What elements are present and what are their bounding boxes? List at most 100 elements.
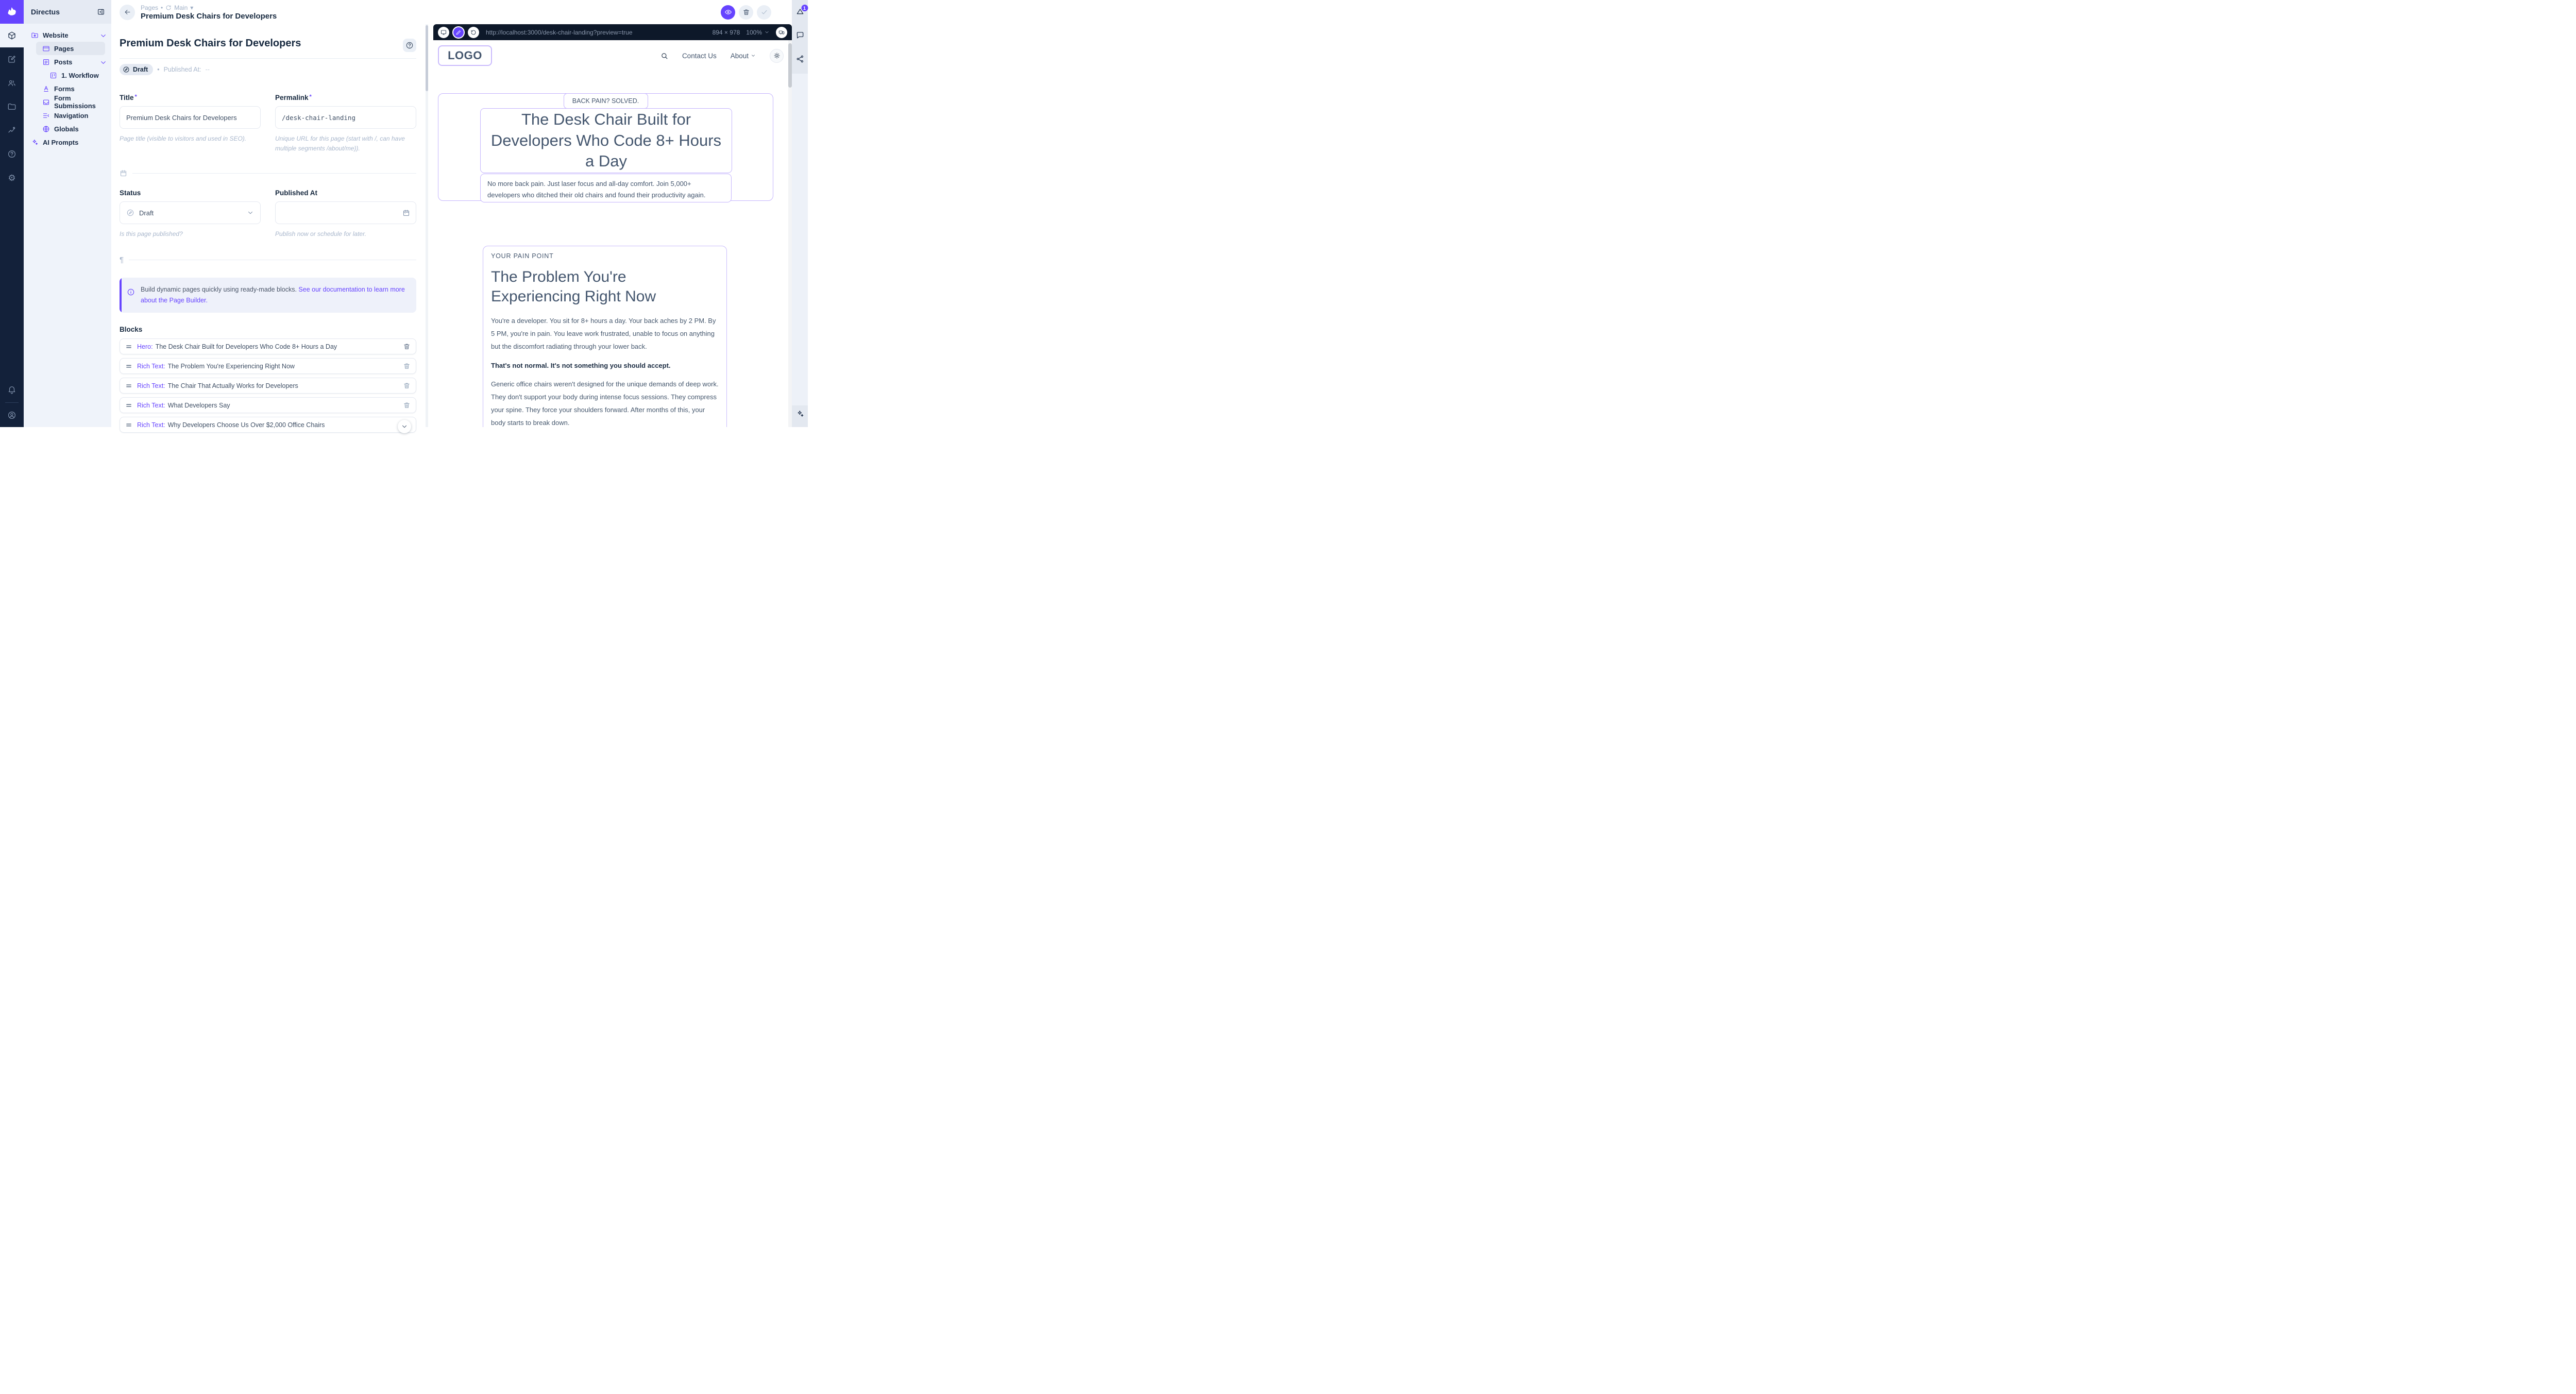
notifications-button[interactable] bbox=[0, 379, 24, 400]
block-row-hero[interactable]: Hero: The Desk Chair Built for Developer… bbox=[120, 338, 416, 354]
edit-mode-button[interactable] bbox=[452, 26, 465, 39]
sidebar-item-navigation[interactable]: Navigation bbox=[24, 109, 111, 122]
page-title: Premium Desk Chairs for Developers bbox=[141, 12, 721, 21]
block-row-richtext-1[interactable]: Rich Text: The Problem You're Experienci… bbox=[120, 358, 416, 374]
module-settings[interactable]: ⚙ bbox=[0, 166, 24, 190]
status-select-value: Draft bbox=[139, 209, 154, 217]
status-select[interactable]: Draft bbox=[120, 201, 261, 224]
drag-handle-icon[interactable] bbox=[125, 363, 132, 370]
sidebar-item-ai-prompts[interactable]: AI Prompts bbox=[24, 135, 111, 149]
content-group-divider: ¶ bbox=[120, 256, 416, 264]
pencil-icon bbox=[455, 29, 462, 36]
theme-toggle-button[interactable] bbox=[770, 49, 784, 63]
preview-scrollbar-track[interactable] bbox=[788, 40, 792, 427]
eye-icon bbox=[724, 8, 732, 16]
sidebar-item-forms[interactable]: Forms bbox=[24, 82, 111, 95]
chevron-down-icon[interactable] bbox=[99, 59, 106, 65]
refresh-button[interactable] bbox=[468, 27, 479, 38]
help-button[interactable] bbox=[403, 39, 416, 52]
breadcrumb-root[interactable]: Pages bbox=[141, 4, 158, 11]
nav-items: Website Pages Posts 1. Workflow Forms Fo… bbox=[24, 24, 111, 149]
notice-text: Build dynamic pages quickly using ready-… bbox=[141, 286, 297, 293]
comments-button[interactable] bbox=[795, 31, 804, 40]
scroll-to-bottom-button[interactable] bbox=[398, 420, 411, 433]
delete-block-button[interactable] bbox=[403, 382, 411, 389]
preview-zoom-select[interactable]: 100% bbox=[746, 29, 770, 36]
collapse-sidebar-button[interactable] bbox=[97, 8, 105, 16]
block-row-richtext-2[interactable]: Rich Text: The Chair That Actually Works… bbox=[120, 378, 416, 394]
delete-button[interactable] bbox=[739, 5, 753, 20]
drag-handle-icon[interactable] bbox=[125, 343, 132, 350]
ai-assistant-button[interactable] bbox=[795, 410, 804, 418]
preview-size-button[interactable] bbox=[438, 27, 449, 38]
device-layout-button[interactable] bbox=[776, 27, 787, 38]
draft-icon bbox=[126, 209, 134, 217]
delete-block-button[interactable] bbox=[403, 401, 411, 409]
permalink-input[interactable] bbox=[275, 106, 416, 129]
sidebar-item-label: Navigation bbox=[54, 112, 88, 120]
module-insights[interactable] bbox=[0, 118, 24, 142]
block-title: The Desk Chair Built for Developers Who … bbox=[156, 343, 337, 350]
notifications-tray-button[interactable]: 1 bbox=[795, 7, 804, 16]
rail-divider bbox=[5, 402, 19, 403]
sidebar-item-label: Website bbox=[43, 31, 69, 39]
block-row-richtext-3[interactable]: Rich Text: What Developers Say bbox=[120, 397, 416, 413]
draft-icon bbox=[123, 66, 130, 73]
user-avatar[interactable] bbox=[0, 405, 24, 425]
save-button[interactable] bbox=[757, 5, 771, 20]
hero-tagline[interactable]: BACK PAIN? SOLVED. bbox=[564, 93, 648, 109]
sidebar-item-workflow[interactable]: 1. Workflow bbox=[24, 69, 111, 82]
drag-handle-icon[interactable] bbox=[125, 402, 132, 409]
preview-url[interactable]: http://localhost:3000/desk-chair-landing… bbox=[486, 29, 709, 36]
delete-block-button[interactable] bbox=[403, 362, 411, 370]
published-at-input[interactable] bbox=[275, 201, 416, 224]
status-field-label: Status bbox=[120, 189, 261, 197]
title-field-group: Title* Page title (visible to visitors a… bbox=[120, 94, 261, 154]
folder-icon bbox=[7, 102, 16, 111]
sidebar-item-form-submissions[interactable]: Form Submissions bbox=[24, 95, 111, 109]
chevron-down-icon bbox=[764, 29, 770, 35]
ai-sparkle-icon bbox=[795, 410, 804, 418]
site-nav-about[interactable]: About bbox=[731, 52, 756, 60]
version-caret[interactable]: ▾ bbox=[190, 4, 193, 11]
sidebar-item-website[interactable]: Website bbox=[24, 28, 111, 42]
chevron-down-icon[interactable] bbox=[99, 32, 106, 38]
title-input[interactable] bbox=[120, 106, 261, 129]
module-bar: ⚙ bbox=[0, 0, 24, 427]
delete-block-button[interactable] bbox=[403, 343, 411, 350]
preview-scrollbar-thumb[interactable] bbox=[788, 43, 792, 88]
search-icon[interactable] bbox=[660, 52, 668, 60]
share-button[interactable] bbox=[795, 55, 804, 63]
published-at-meta-value: -- bbox=[206, 66, 210, 73]
hero-block-outline[interactable]: BACK PAIN? SOLVED. The Desk Chair Built … bbox=[438, 93, 773, 201]
block-row-richtext-4[interactable]: Rich Text: Why Developers Choose Us Over… bbox=[120, 417, 416, 433]
question-circle-icon bbox=[405, 41, 414, 49]
directus-logo[interactable] bbox=[0, 0, 24, 24]
permalink-field-hint: Unique URL for this page (start with /, … bbox=[275, 134, 416, 154]
module-content[interactable] bbox=[0, 24, 24, 47]
version-label[interactable]: Main bbox=[174, 4, 188, 11]
site-header: LOGO Contact Us About bbox=[438, 45, 784, 66]
module-files[interactable] bbox=[0, 95, 24, 118]
module-users[interactable] bbox=[0, 71, 24, 95]
avatar-icon bbox=[7, 411, 16, 420]
trash-icon bbox=[742, 8, 750, 16]
module-help[interactable] bbox=[0, 142, 24, 166]
globe-icon bbox=[42, 125, 50, 133]
sidebar-item-pages[interactable]: Pages bbox=[36, 42, 105, 55]
drag-handle-icon[interactable] bbox=[125, 421, 132, 429]
sidebar-item-posts[interactable]: Posts bbox=[24, 55, 111, 69]
sun-icon bbox=[773, 52, 781, 59]
editor-scrollbar-thumb[interactable] bbox=[426, 25, 428, 91]
back-button[interactable] bbox=[120, 5, 135, 20]
site-logo[interactable]: LOGO bbox=[438, 45, 492, 66]
richtext-block-outline[interactable]: YOUR PAIN POINT The Problem You're Exper… bbox=[483, 246, 727, 427]
hero-heading[interactable]: The Desk Chair Built for Developers Who … bbox=[480, 108, 732, 173]
sidebar-item-globals[interactable]: Globals bbox=[24, 122, 111, 135]
page-header: Pages • Main ▾ Premium Desk Chairs for D… bbox=[111, 0, 792, 24]
hero-subtext[interactable]: No more back pain. Just laser focus and … bbox=[480, 174, 732, 202]
site-nav-contact[interactable]: Contact Us bbox=[682, 52, 717, 60]
drag-handle-icon[interactable] bbox=[125, 382, 132, 389]
preview-toggle-button[interactable] bbox=[721, 5, 735, 20]
module-editor[interactable] bbox=[0, 47, 24, 71]
